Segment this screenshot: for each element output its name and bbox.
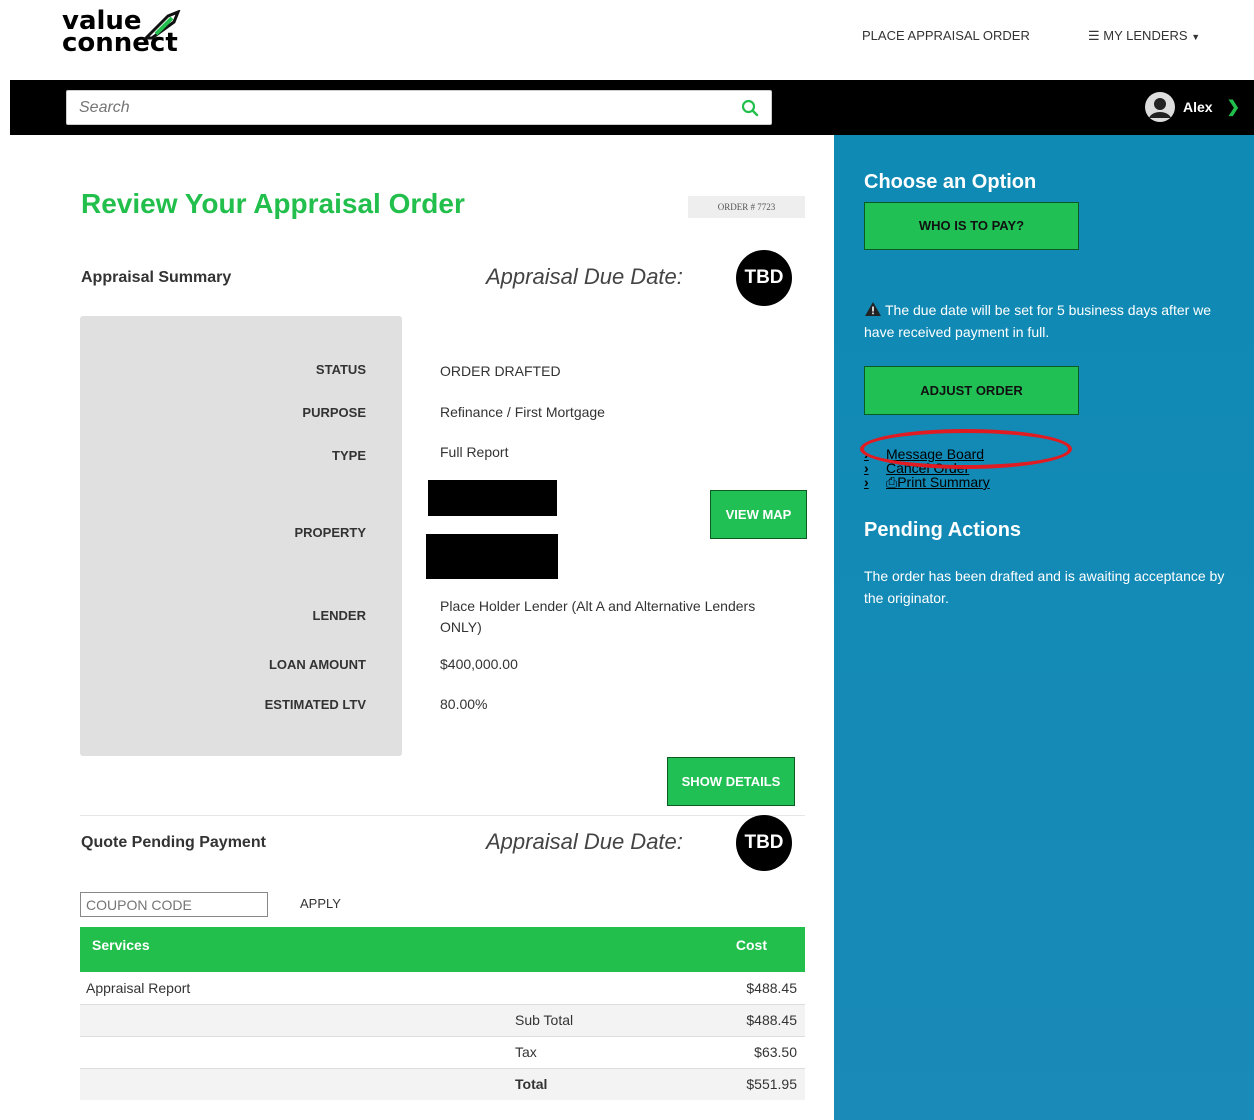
estimated-ltv-label: ESTIMATED LTV [264,697,366,712]
due-date-note: The due date will be set for 5 business … [864,299,1234,343]
table-row: Sub Total $488.45 [80,1003,805,1036]
loan-amount-value: $400,000.00 [440,656,518,672]
show-details-button[interactable]: SHOW DETAILS [667,757,795,806]
lender-value: Place Holder Lender (Alt A and Alternati… [440,598,756,635]
total-label-cell: Total [515,1067,715,1100]
cost-table-header: Services Cost [80,927,805,972]
status-value: ORDER DRAFTED [440,363,561,379]
who-is-to-pay-button[interactable]: WHO IS TO PAY? [864,202,1079,250]
choose-option-heading: Choose an Option [864,171,1037,193]
appraisal-due-date-label: Appraisal Due Date: [486,264,683,289]
user-menu[interactable]: Alex ❯ [1145,92,1240,122]
page-title: Review Your Appraisal Order [81,188,465,219]
coupon-code-box [80,892,268,917]
top-navbar: value connect PLACE APPRAISAL ORDER ☰ MY… [0,0,1254,80]
quote-due-date-label: Appraisal Due Date: [486,829,683,854]
cost-table: Services Cost Appraisal Report $488.45 S… [80,927,805,1100]
pending-actions-heading: Pending Actions [864,519,1022,541]
service-name-cell: Appraisal Report [86,979,191,996]
table-row: Tax $63.50 [80,1035,805,1068]
adjust-order-button[interactable]: ADJUST ORDER [864,366,1079,415]
purpose-label: PURPOSE [302,405,366,420]
list-icon: ☰ [1088,28,1100,43]
view-map-button[interactable]: VIEW MAP [710,490,807,539]
loan-amount-label: LOAN AMOUNT [268,657,366,672]
property-label: PROPERTY [294,525,366,540]
order-number-badge: ORDER # 7723 [688,196,805,218]
sidebar-links: › Message Board › Cancel Order › ⎙ Print Sum… [860,429,1072,495]
status-label: STATUS [315,362,366,377]
due-date-note-text: The due date will be set for 5 business … [864,302,1212,340]
nav-place-appraisal-order[interactable]: PLACE APPRAISAL ORDER [862,28,1030,43]
quote-due-date-badge: TBD [736,815,792,871]
redacted-address-line2 [426,534,558,579]
logo-leaf-icon [142,10,181,40]
section-divider [80,815,805,816]
estimated-ltv-value: 80.00% [440,696,488,712]
coupon-code-input[interactable] [81,893,267,916]
search-icon[interactable] [741,99,759,117]
valueconnect-logo[interactable]: value connect [62,8,202,68]
due-date-badge: TBD [736,250,792,306]
nav-my-lenders-dropdown[interactable]: ☰ MY LENDERS ▼ [1088,28,1200,44]
printer-icon: ⎙ [886,473,898,490]
type-label: TYPE [332,448,366,463]
redacted-address-line1 [428,480,557,516]
type-value: Full Report [440,444,509,460]
search-box [66,90,772,125]
purpose-value: Refinance / First Mortgage [440,404,605,420]
services-column-header: Services [80,927,715,972]
search-bar: Alex ❯ [10,80,1254,135]
search-input[interactable] [67,91,707,124]
user-avatar-icon [1145,92,1176,122]
apply-coupon-button[interactable]: APPLY [300,896,341,911]
red-highlight-annotation [860,429,1072,469]
pending-actions-text: The order has been drafted and is awaiti… [864,568,1225,606]
options-sidebar: Choose an Option WHO IS TO PAY? The due … [834,135,1254,1120]
caret-down-icon: ▼ [1191,32,1201,42]
nav-my-lenders-label: MY LENDERS [1103,28,1188,43]
user-name: Alex [1183,99,1213,115]
chevron-right-icon: ❯ [1226,99,1240,116]
table-row: Appraisal Report $488.45 [80,972,805,1004]
subtotal-label-cell: Sub Total [515,1003,715,1036]
total-value-cell: $551.95 [715,1067,805,1100]
appraisal-summary-heading: Appraisal Summary [81,269,232,286]
chevron-right-icon: › [864,474,869,490]
cost-column-header: Cost [715,927,805,972]
tax-label-cell: Tax [515,1035,715,1068]
quote-pending-heading: Quote Pending Payment [81,834,266,851]
lender-label: LENDER [312,608,366,623]
subtotal-value-cell: $488.45 [715,1003,805,1036]
tax-value-cell: $63.50 [715,1035,805,1068]
table-row: Total $551.95 [80,1067,805,1100]
warning-icon [865,302,881,316]
service-cost-cell: $488.45 [746,979,797,996]
